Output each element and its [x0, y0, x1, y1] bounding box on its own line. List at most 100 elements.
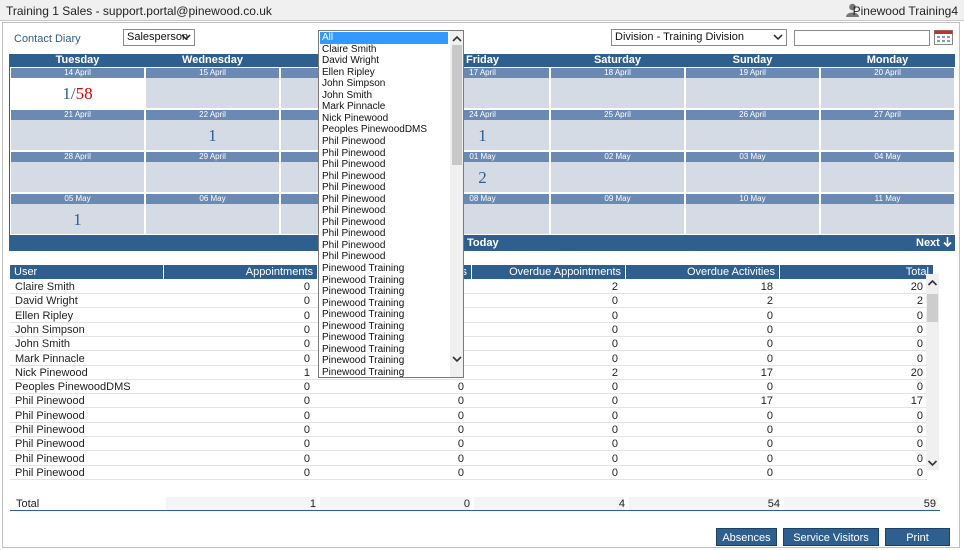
dropdown-option[interactable]: Pinewood Training — [322, 286, 450, 298]
dropdown-option[interactable]: Peoples PinewoodDMS — [322, 124, 450, 136]
table-row[interactable]: John Simpson 0 0 0 0 — [10, 323, 927, 337]
dropdown-option[interactable]: Pinewood Training — [322, 321, 450, 333]
dropdown-option[interactable]: Ellen Ripley — [322, 67, 450, 79]
dropdown-option[interactable]: Phil Pinewood — [322, 228, 450, 240]
table-row[interactable]: Peoples PinewoodDMS 0 0 0 0 0 — [10, 380, 927, 395]
cell-appointments: 0 — [303, 281, 310, 293]
cell-total: 0 — [916, 466, 923, 479]
calendar-day-cell[interactable]: 26 April — [685, 109, 820, 151]
division-select[interactable]: Division - Training Division — [611, 29, 787, 46]
current-user[interactable]: Pinewood Training4 — [853, 4, 958, 18]
column-header[interactable]: Overdue Appointments — [472, 265, 626, 279]
calendar-day-cell[interactable]: 21 April — [10, 109, 145, 151]
calendar-count[interactable]: 1 — [146, 126, 279, 146]
dropdown-option[interactable]: All — [320, 32, 448, 44]
scroll-down-icon[interactable] — [926, 456, 939, 470]
dropdown-option[interactable]: John Smith — [322, 90, 450, 102]
print-button[interactable]: Print — [885, 528, 950, 546]
dropdown-option[interactable]: Phil Pinewood — [322, 251, 450, 263]
dropdown-option[interactable]: Pinewood Training — [322, 309, 450, 321]
table-row[interactable]: Phil Pinewood 0 0 0 17 17 — [10, 394, 927, 409]
salesperson-select[interactable]: Salesperson — [123, 29, 195, 46]
calendar-day-cell[interactable]: 03 May — [685, 151, 820, 193]
calendar-day-cell[interactable]: 04 May — [820, 151, 955, 193]
dropdown-option[interactable]: Phil Pinewood — [322, 182, 450, 194]
column-header[interactable]: Overdue Activities — [626, 265, 780, 279]
calendar-day-cell[interactable]: 10 May — [685, 193, 820, 235]
dropdown-option[interactable]: Pinewood Training — [322, 344, 450, 356]
table-row[interactable]: Phil Pinewood 0 0 0 0 0 — [10, 452, 927, 466]
scroll-up-icon[interactable] — [926, 276, 939, 290]
dropdown-option[interactable]: Phil Pinewood — [322, 159, 450, 171]
service-visitors-button[interactable]: Service Visitors — [783, 528, 879, 546]
calendar-day-cell[interactable]: 11 May — [820, 193, 955, 235]
table-row[interactable]: Phil Pinewood 0 0 0 0 0 — [10, 409, 927, 423]
grid-scrollbar[interactable] — [926, 274, 939, 470]
calendar-day-cell[interactable]: 22 April 1 — [145, 109, 280, 151]
next-link[interactable]: Next — [916, 237, 952, 249]
today-link[interactable]: Today — [467, 237, 499, 249]
dropdown-option[interactable]: Claire Smith — [322, 44, 450, 56]
dropdown-option[interactable]: Pinewood Training — [322, 275, 450, 287]
table-row[interactable]: John Smith 0 0 0 0 — [10, 337, 927, 352]
table-row[interactable]: Phil Pinewood 0 0 0 0 0 — [10, 423, 927, 437]
calendar-day-cell[interactable]: 27 April — [820, 109, 955, 151]
dropdown-option[interactable]: Pinewood Training — [322, 298, 450, 310]
dropdown-option[interactable]: John Simpson — [322, 78, 450, 90]
cell-appointments: 0 — [303, 295, 310, 308]
dropdown-option[interactable]: David Wright — [322, 55, 450, 67]
calendar-day-cell[interactable]: 14 April 1/58 — [10, 67, 145, 109]
calendar-day-cell[interactable]: 06 May — [145, 193, 280, 235]
dropdown-option[interactable]: Phil Pinewood — [322, 171, 450, 183]
column-header[interactable]: User — [10, 265, 164, 279]
date-input[interactable] — [794, 30, 930, 46]
calendar-date-label: 27 April — [821, 110, 954, 120]
dropdown-option[interactable]: Phil Pinewood — [322, 240, 450, 252]
salesperson-dropdown-list[interactable]: Pinewood Training Pinewood Training Pinewo… — [318, 30, 464, 378]
dropdown-option[interactable]: Pinewood Training — [322, 355, 450, 367]
calendar-icon[interactable] — [934, 30, 953, 45]
calendar-day-cell[interactable]: 25 April — [550, 109, 685, 151]
calendar-day-cell[interactable]: 09 May — [550, 193, 685, 235]
table-row[interactable]: Phil Pinewood 0 0 0 0 0 — [10, 437, 927, 452]
dropdown-option[interactable]: Pinewood Training — [322, 367, 450, 377]
calendar-day-cell[interactable]: 18 April — [550, 67, 685, 109]
absences-button[interactable]: Absences — [716, 528, 777, 546]
cell-user: Peoples PinewoodDMS — [15, 381, 131, 394]
dropdown-option[interactable]: Mark Pinnacle — [322, 101, 450, 113]
table-row[interactable]: Phil Pinewood 0 0 0 0 0 — [10, 466, 927, 480]
cell-user: John Simpson — [15, 323, 85, 336]
dropdown-scroll-thumb[interactable] — [452, 45, 462, 165]
dropdown-scrollbar[interactable] — [450, 31, 464, 377]
table-row[interactable]: Mark Pinnacle 0 0 0 0 — [10, 352, 927, 366]
column-header[interactable]: Appointments — [164, 265, 318, 279]
calendar-day-cell[interactable]: 19 April — [685, 67, 820, 109]
scroll-down-icon[interactable] — [450, 353, 464, 365]
column-header[interactable]: Total — [780, 265, 934, 279]
table-row[interactable]: Nick Pinewood 1 2 17 20 — [10, 366, 927, 380]
calendar-day-cell[interactable]: 15 April — [145, 67, 280, 109]
dropdown-option[interactable]: Nick Pinewood — [322, 113, 450, 125]
dropdown-option[interactable]: Phil Pinewood — [322, 136, 450, 148]
dropdown-option[interactable]: Phil Pinewood — [322, 205, 450, 217]
calendar-count[interactable]: 1/58 — [11, 84, 144, 104]
dropdown-option[interactable]: Phil Pinewood — [322, 217, 450, 229]
dropdown-option[interactable]: Phil Pinewood — [322, 148, 450, 160]
calendar-date-label: 26 April — [686, 110, 819, 120]
calendar-day-cell[interactable]: 02 May — [550, 151, 685, 193]
calendar-day-cell[interactable]: 05 May 1 — [10, 193, 145, 235]
grid-scroll-thumb[interactable] — [927, 294, 938, 322]
table-row[interactable]: Claire Smith 0 2 18 20 — [10, 280, 927, 294]
table-row[interactable]: David Wright 0 0 2 2 — [10, 294, 927, 309]
scroll-up-icon[interactable] — [450, 33, 464, 45]
dropdown-option[interactable]: Phil Pinewood — [322, 194, 450, 206]
calendar-day-cell[interactable]: 29 April — [145, 151, 280, 193]
calendar-day-cell[interactable]: 20 April — [820, 67, 955, 109]
dropdown-option[interactable]: Pinewood Training — [322, 263, 450, 275]
cell-appointments: 0 — [303, 338, 310, 351]
table-row[interactable]: Ellen Ripley 0 0 0 0 — [10, 309, 927, 323]
calendar-day-cell[interactable]: 28 April — [10, 151, 145, 193]
dropdown-option[interactable]: Pinewood Training — [322, 332, 450, 344]
calendar-count[interactable]: 1 — [11, 210, 144, 230]
calendar-date-label: 04 May — [821, 152, 954, 162]
